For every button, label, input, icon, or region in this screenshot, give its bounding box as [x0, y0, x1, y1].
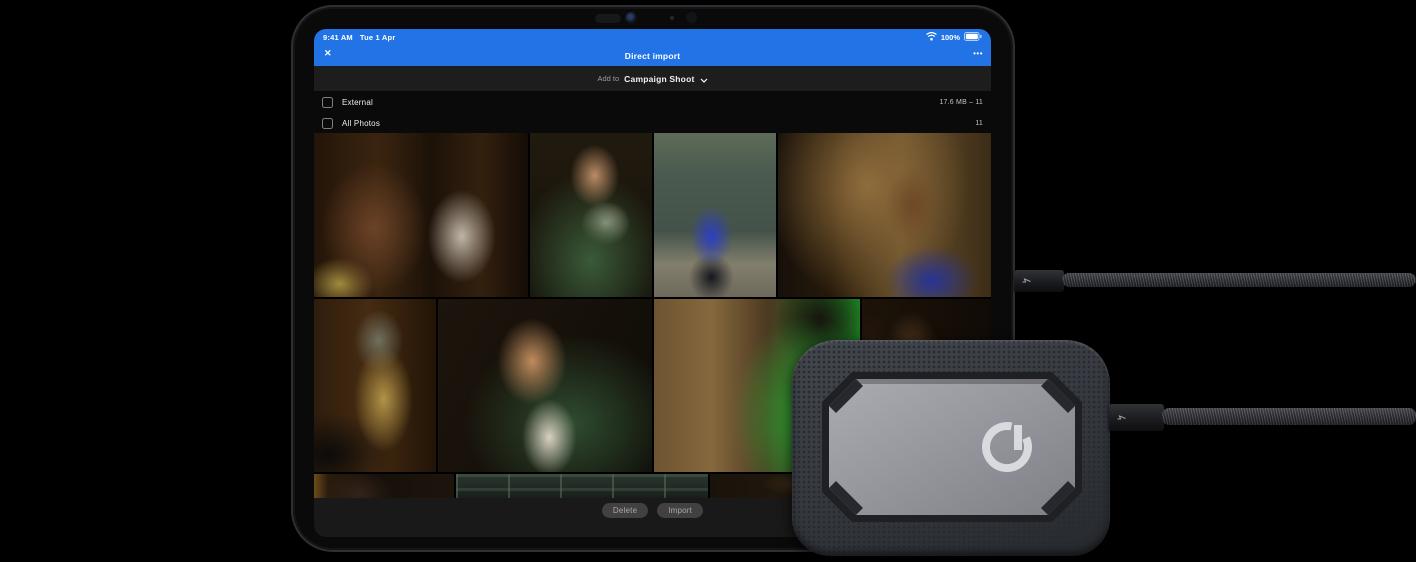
app-header: ✕ Direct import ••• — [314, 46, 991, 66]
delete-button[interactable]: Delete — [601, 503, 649, 518]
source-row-external[interactable]: External 17.6 MB – 11 — [314, 91, 991, 113]
portable-ssd-drive — [792, 340, 1110, 556]
photo-thumbnail-5[interactable] — [314, 299, 436, 472]
battery-icon — [964, 32, 982, 43]
thunderbolt-icon — [1022, 278, 1031, 283]
photo-thumbnail-6[interactable] — [438, 299, 652, 472]
photo-thumbnail-3[interactable] — [654, 133, 776, 297]
braided-cable-to-drive — [1162, 408, 1416, 425]
add-to-label: Add to — [597, 74, 620, 83]
add-to-bar[interactable]: Add to Campaign Shoot — [314, 66, 991, 91]
front-camera-mic-dot — [670, 16, 674, 20]
scene: 9:41 AM Tue 1 Apr 100% ✕ Direct import •… — [0, 0, 1416, 562]
photo-thumbnail-2[interactable] — [530, 133, 652, 297]
source-label: External — [342, 97, 373, 107]
more-options-icon[interactable]: ••• — [973, 49, 983, 58]
source-meta: 17.6 MB – 11 — [939, 98, 983, 106]
thunderbolt-icon — [1117, 414, 1126, 419]
photo-thumbnail-4[interactable] — [778, 133, 991, 297]
usb-c-connector-drive — [1109, 404, 1164, 431]
source-row-all-photos[interactable]: All Photos 11 — [314, 113, 991, 133]
front-camera-lens — [625, 12, 637, 24]
chevron-down-icon — [700, 70, 708, 88]
usb-c-connector-ipad — [1014, 270, 1064, 292]
front-camera-pill — [595, 14, 621, 23]
source-label: All Photos — [342, 118, 381, 128]
photo-thumbnail-1[interactable] — [314, 133, 528, 297]
ssd-faceplate — [822, 372, 1082, 522]
status-bar: 9:41 AM Tue 1 Apr 100% — [314, 29, 991, 46]
selected-album[interactable]: Campaign Shoot — [624, 74, 694, 84]
status-date: Tue 1 Apr — [359, 33, 396, 42]
photo-thumbnail-9[interactable] — [314, 474, 454, 498]
page-title: Direct import — [624, 51, 681, 61]
status-time: 9:41 AM — [323, 33, 353, 42]
source-meta: 11 — [975, 119, 983, 127]
close-icon[interactable]: ✕ — [324, 48, 332, 59]
braided-cable-to-ipad — [1062, 273, 1416, 287]
import-button[interactable]: Import — [657, 503, 704, 518]
battery-percentage: 100% — [940, 33, 960, 42]
front-camera-sensor — [686, 12, 697, 23]
checkbox-all-photos[interactable] — [322, 117, 333, 129]
photo-thumbnail-10[interactable] — [456, 474, 708, 498]
checkbox-external[interactable] — [322, 96, 333, 108]
wifi-icon — [925, 32, 937, 43]
